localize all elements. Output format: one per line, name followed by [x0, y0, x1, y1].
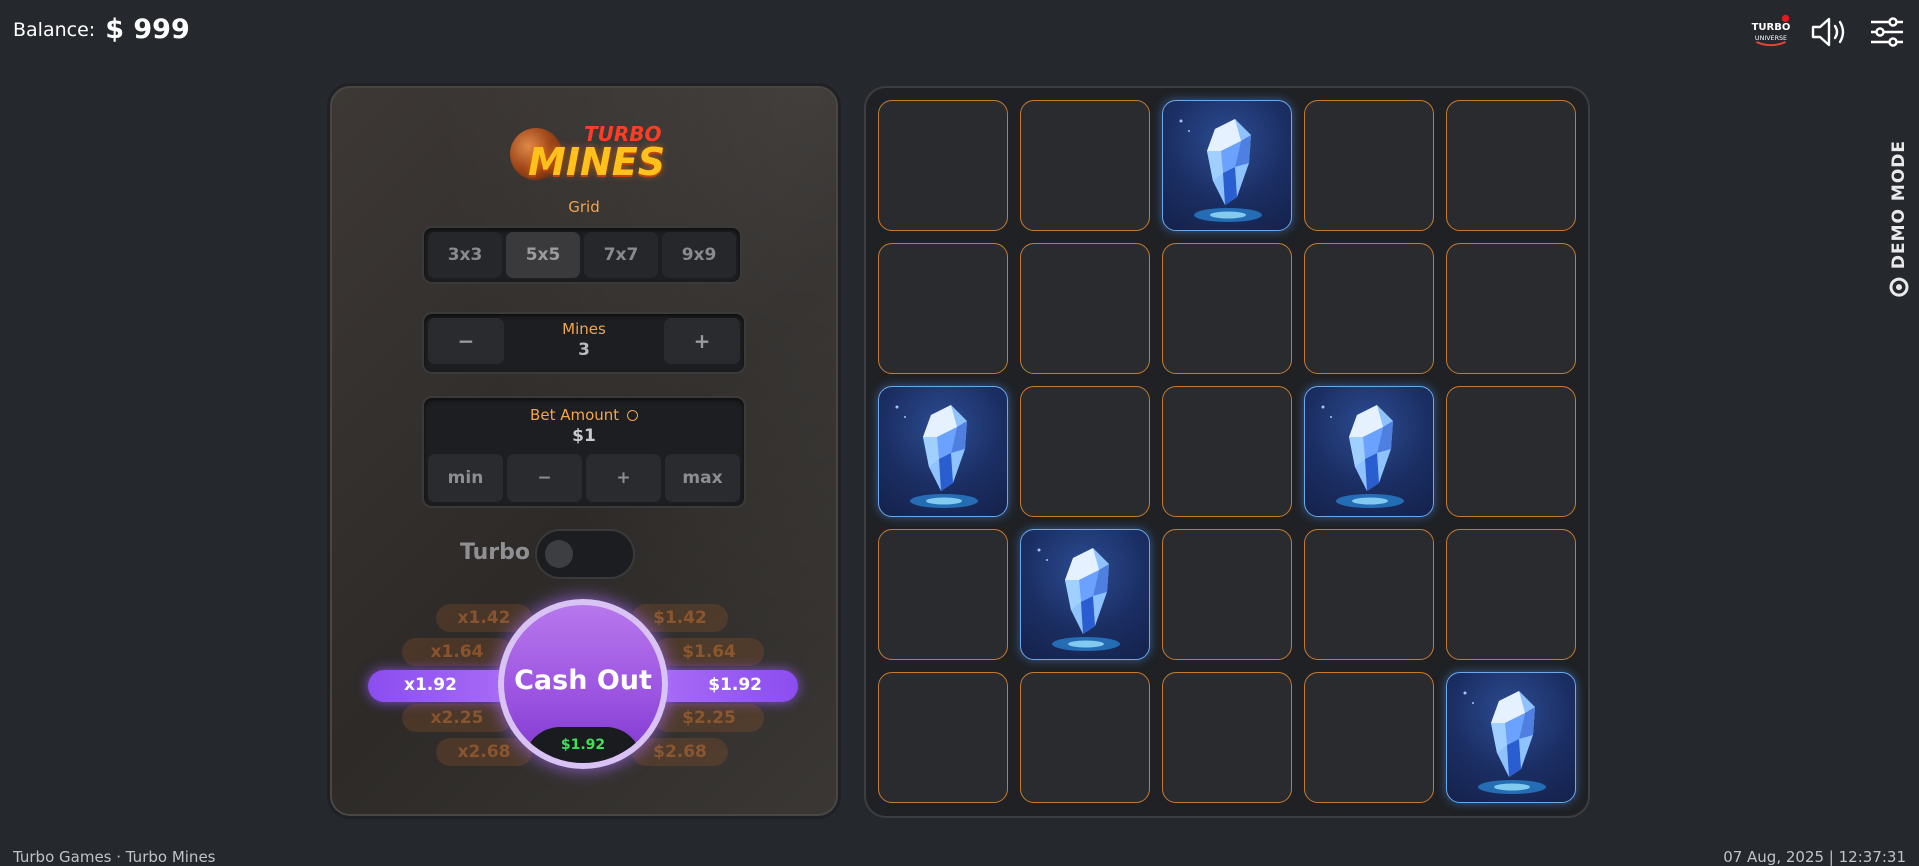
speaker-icon[interactable] — [1809, 12, 1849, 52]
grid-option-3x3[interactable]: 3x3 — [428, 232, 502, 278]
bet-min-button[interactable]: min — [428, 454, 503, 502]
hidden-tile[interactable] — [1162, 243, 1292, 374]
header-actions: TURBO UNIVERSE — [1751, 12, 1907, 52]
hidden-tile[interactable] — [1162, 386, 1292, 517]
hidden-tile[interactable] — [1446, 529, 1576, 660]
multiplier-ghost-left: x1.64 — [402, 638, 512, 666]
gem-tile[interactable] — [878, 386, 1008, 517]
multiplier-ghost-right: $1.64 — [654, 638, 764, 666]
crystal-gem-icon — [1463, 691, 1546, 794]
bet-max-button[interactable]: max — [665, 454, 740, 502]
demo-mode-text: DEMO MODE — [1889, 140, 1909, 270]
gem-tile[interactable] — [1020, 529, 1150, 660]
turbo-toggle[interactable] — [535, 529, 635, 579]
hidden-tile[interactable] — [1020, 100, 1150, 231]
footer-timestamp: 07 Aug, 2025 | 12:37:31 — [1723, 848, 1906, 866]
bet-decrease-button[interactable]: − — [507, 454, 582, 502]
grid-option-5x5[interactable]: 5x5 — [506, 232, 580, 278]
mines-stepper: − Mines 3 + — [422, 312, 746, 374]
hidden-tile[interactable] — [1304, 672, 1434, 803]
bet-amount-value: $1 — [572, 426, 596, 446]
turbo-universe-logo-icon[interactable]: TURBO UNIVERSE — [1751, 12, 1791, 52]
gem-tile[interactable] — [1304, 386, 1434, 517]
hidden-tile[interactable] — [1304, 100, 1434, 231]
multiplier-ghost-right: $2.25 — [654, 704, 764, 732]
crystal-gem-icon — [895, 405, 978, 508]
info-icon[interactable] — [626, 410, 638, 421]
logo-mines-text: MINES — [528, 140, 666, 184]
bet-amount-control: Bet Amount $1 min − + max — [422, 396, 746, 508]
balance-label: Balance: — [13, 18, 96, 41]
hidden-tile[interactable] — [1162, 529, 1292, 660]
balance-display: Balance: $ 999 — [13, 14, 190, 45]
grid-option-9x9[interactable]: 9x9 — [662, 232, 736, 278]
lifebuoy-icon — [1889, 277, 1909, 297]
bet-amount-label: Bet Amount — [424, 406, 744, 424]
svg-text:UNIVERSE: UNIVERSE — [1755, 35, 1787, 42]
hidden-tile[interactable] — [1020, 243, 1150, 374]
cash-out-amount: $1.92 — [524, 727, 642, 763]
control-panel: TURBO MINES Grid 3x3 5x5 7x7 9x9 − Mines… — [330, 86, 838, 816]
multiplier-ghost-left: x2.25 — [402, 704, 512, 732]
gem-tile[interactable] — [1446, 672, 1576, 803]
hidden-tile[interactable] — [878, 243, 1008, 374]
hidden-tile[interactable] — [1446, 386, 1576, 517]
multiplier-ghost-left: x2.68 — [436, 738, 532, 766]
crystal-gem-icon — [1321, 405, 1404, 508]
grid-label: Grid — [568, 198, 600, 216]
cash-out-label: Cash Out — [514, 665, 652, 696]
hidden-tile[interactable] — [1162, 672, 1292, 803]
mines-increase-button[interactable]: + — [664, 318, 740, 364]
grid-size-selector: 3x3 5x5 7x7 9x9 — [422, 226, 742, 284]
hidden-tile[interactable] — [878, 672, 1008, 803]
footer-game-title: Turbo Games · Turbo Mines — [13, 848, 216, 866]
hidden-tile[interactable] — [1020, 672, 1150, 803]
turbo-toggle-knob — [545, 540, 573, 568]
balance-value: $ 999 — [105, 14, 190, 45]
hidden-tile[interactable] — [1304, 529, 1434, 660]
hidden-tile[interactable] — [1446, 100, 1576, 231]
hidden-tile[interactable] — [1304, 243, 1434, 374]
hidden-tile[interactable] — [1020, 386, 1150, 517]
crystal-gem-icon — [1179, 119, 1262, 222]
multiplier-ghost-right: $2.68 — [632, 738, 728, 766]
svg-text:TURBO: TURBO — [1752, 22, 1791, 33]
hidden-tile[interactable] — [878, 529, 1008, 660]
active-payout: $1.92 — [708, 675, 762, 695]
mines-board — [864, 86, 1590, 818]
cash-out-button[interactable]: Cash Out $1.92 — [498, 599, 668, 769]
grid-option-7x7[interactable]: 7x7 — [584, 232, 658, 278]
crystal-gem-icon — [1037, 548, 1120, 651]
sliders-icon[interactable] — [1867, 12, 1907, 52]
active-multiplier: x1.92 — [404, 675, 457, 695]
turbo-mines-logo: TURBO MINES — [508, 100, 665, 184]
bet-increase-button[interactable]: + — [586, 454, 661, 502]
gem-tile[interactable] — [1162, 100, 1292, 231]
demo-mode-label: DEMO MODE — [1889, 140, 1909, 297]
hidden-tile[interactable] — [878, 100, 1008, 231]
turbo-label: Turbo — [460, 540, 530, 565]
hidden-tile[interactable] — [1446, 243, 1576, 374]
